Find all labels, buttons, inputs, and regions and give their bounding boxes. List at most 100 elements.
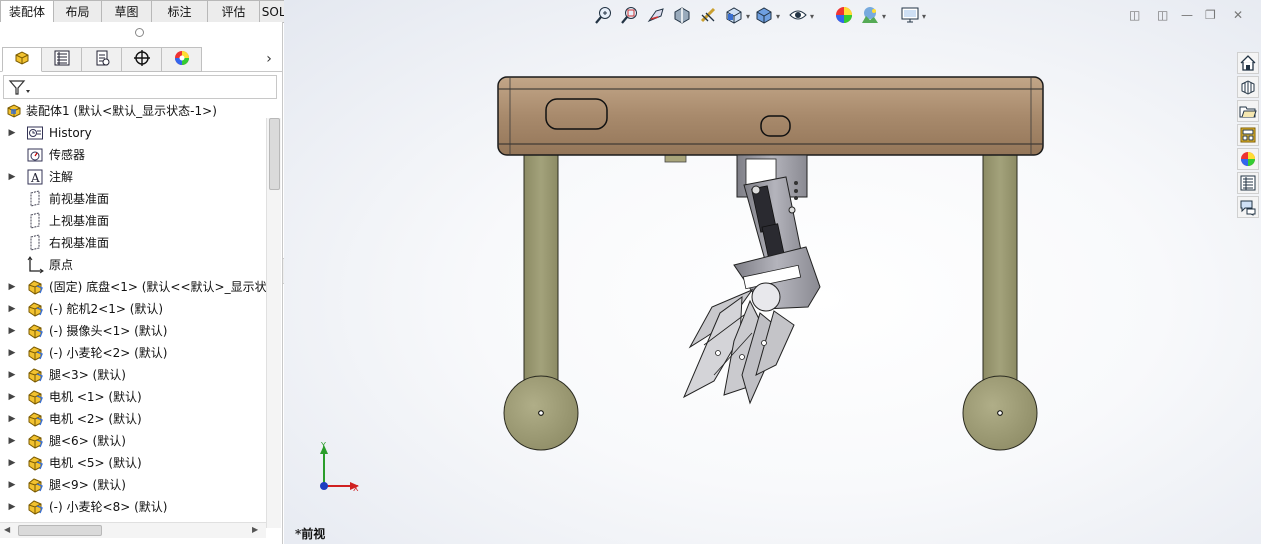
manager-tab-configurationmanager[interactable] [82, 47, 122, 72]
expand-arrow-icon[interactable]: ▶ [7, 479, 17, 491]
dropdown-caret-icon[interactable]: ▾ [882, 12, 886, 21]
expand-arrow-icon[interactable]: ▶ [7, 435, 17, 447]
tree-item[interactable]: ▶ 腿<3> (默认) [0, 364, 266, 386]
manager-tab-dimxpertmanager[interactable] [122, 47, 162, 72]
tree-item[interactable]: 传感器 [0, 144, 266, 166]
view-orientation-button[interactable] [724, 5, 746, 27]
manager-tab-displaymanager[interactable] [162, 47, 202, 72]
scroll-right-arrow[interactable]: ▶ [252, 525, 258, 534]
tree-item[interactable]: ▶ 腿<9> (默认) [0, 474, 266, 496]
expand-arrow-icon[interactable]: ▶ [7, 127, 17, 139]
task-pane-view-palette[interactable] [1237, 124, 1259, 146]
zoom-to-area-button[interactable] [620, 5, 642, 27]
more-tabs-arrow[interactable]: › [262, 51, 276, 67]
left-leg[interactable] [503, 152, 579, 451]
expand-arrow-icon[interactable]: ▶ [7, 413, 17, 425]
tree-item[interactable]: 原点 [0, 254, 266, 276]
tree-item-label: (-) 摄像头<1> (默认) [49, 324, 168, 338]
expand-arrow-icon[interactable]: ▶ [7, 347, 17, 359]
task-pane-custom-properties[interactable] [1237, 172, 1259, 194]
chassis-top[interactable] [497, 76, 1044, 156]
tree-item[interactable]: ▶ (-) 小麦轮<8> (默认) [0, 496, 266, 518]
tree-item[interactable]: ▶ 电机 <5> (默认) [0, 452, 266, 474]
view-palette-icon [1239, 127, 1257, 147]
dropdown-caret-icon[interactable]: ▾ [922, 12, 926, 21]
tree-item[interactable]: ▶ 电机 <2> (默认) [0, 408, 266, 430]
tree-item[interactable]: ▶ (-) 舵机2<1> (默认) [0, 298, 266, 320]
tree-item[interactable]: 上视基准面 [0, 210, 266, 232]
command-tab-3[interactable]: 标注 [152, 0, 208, 23]
command-tab-0[interactable]: 装配体 [0, 0, 54, 23]
tree-vertical-scrollbar[interactable] [266, 118, 281, 528]
command-tab-4[interactable]: 评估 [208, 0, 260, 23]
part-icon [26, 498, 44, 516]
command-tab-2[interactable]: 草图 [102, 0, 152, 23]
graphics-area[interactable]: ▾ ▾ ▾ ▾ ▾ ◫ ◫ — ❐ ✕ Y X *前视 [284, 0, 1261, 544]
assembly-model[interactable] [494, 75, 1054, 465]
expand-arrow-icon[interactable]: ▶ [7, 281, 17, 293]
task-pane-file-explorer[interactable] [1237, 100, 1259, 122]
expand-arrow-icon[interactable]: ▶ [7, 391, 17, 403]
triad-x-label: X [353, 484, 359, 493]
feature-tree: 装配体1 (默认<默认_显示状态-1>) ▶ History 传感器 ▶ A 注解 前视基准面… [0, 100, 266, 528]
command-tab-1[interactable]: 布局 [54, 0, 102, 23]
dynamic-annotation-button[interactable] [698, 5, 720, 27]
tree-item[interactable]: ▶ 腿<6> (默认) [0, 430, 266, 452]
edit-appearance-button[interactable] [834, 5, 856, 27]
servo-arm[interactable] [733, 154, 821, 310]
apply-scene-button[interactable] [860, 5, 882, 27]
tree-item[interactable]: ▶ History [0, 122, 266, 144]
manager-tab-featuremanager-tree[interactable] [2, 47, 42, 72]
display-style-icon [754, 7, 774, 28]
tree-filter-input[interactable] [3, 75, 277, 99]
zoom-to-fit-button[interactable] [594, 5, 616, 27]
tree-item-label: History [49, 126, 92, 140]
view-orientation-icon [724, 7, 744, 28]
tree-horizontal-scrollbar[interactable]: ◀ ▶ [0, 522, 266, 538]
section-view-button[interactable] [672, 5, 694, 27]
tree-root-assembly[interactable]: 装配体1 (默认<默认_显示状态-1>) [0, 100, 266, 122]
tile-left-icon[interactable]: ◫ [1129, 8, 1140, 22]
right-leg[interactable] [962, 152, 1038, 451]
tree-item[interactable]: ▶ 电机 <1> (默认) [0, 386, 266, 408]
task-pane-forum[interactable] [1237, 196, 1259, 218]
tree-horizontal-scroll-thumb[interactable] [18, 525, 102, 536]
dropdown-caret-icon[interactable]: ▾ [746, 12, 750, 21]
panel-grip-icon[interactable] [135, 28, 144, 37]
task-pane-home[interactable] [1237, 52, 1259, 74]
tree-vertical-scroll-thumb[interactable] [269, 118, 280, 190]
expand-arrow-icon[interactable]: ▶ [7, 325, 17, 337]
home-icon [1239, 55, 1257, 75]
tile-right-icon[interactable]: ◫ [1157, 8, 1168, 22]
expand-arrow-icon[interactable]: ▶ [7, 457, 17, 469]
zoom-to-area-icon [620, 7, 640, 28]
tree-item[interactable]: ▶ A 注解 [0, 166, 266, 188]
close-icon[interactable]: ✕ [1233, 8, 1243, 22]
tree-item[interactable]: 前视基准面 [0, 188, 266, 210]
expand-arrow-icon[interactable]: ▶ [7, 501, 17, 513]
display-style-button[interactable] [754, 5, 776, 27]
tree-item[interactable]: ▶ (-) 摄像头<1> (默认) [0, 320, 266, 342]
expand-arrow-icon[interactable]: ▶ [7, 171, 17, 183]
solidworks-window: { "command_tabs": [ {"label": "装配体", "ac… [0, 0, 1261, 544]
tree-item[interactable]: 右视基准面 [0, 232, 266, 254]
task-pane-design-library[interactable] [1237, 76, 1259, 98]
origin-icon [26, 256, 44, 274]
gripper[interactable] [682, 282, 795, 405]
dropdown-caret-icon[interactable]: ▾ [776, 12, 780, 21]
manager-tab-propertymanager[interactable] [42, 47, 82, 72]
tree-item[interactable]: ▶ (固定) 底盘<1> (默认<<默认>_显示状态 [0, 276, 266, 298]
hide-show-items-button[interactable] [788, 5, 810, 27]
view-settings-button[interactable] [900, 5, 922, 27]
previous-view-button[interactable] [646, 5, 668, 27]
apply-scene-icon [860, 7, 880, 28]
dropdown-caret-icon[interactable]: ▾ [810, 12, 814, 21]
scroll-left-arrow[interactable]: ◀ [4, 525, 10, 534]
tree-item[interactable]: ▶ (-) 小麦轮<2> (默认) [0, 342, 266, 364]
restore-icon[interactable]: ❐ [1205, 8, 1216, 22]
minimize-icon[interactable]: — [1181, 8, 1193, 22]
task-pane-appearances[interactable] [1237, 148, 1259, 170]
hide-show-items-icon [788, 10, 808, 28]
expand-arrow-icon[interactable]: ▶ [7, 303, 17, 315]
expand-arrow-icon[interactable]: ▶ [7, 369, 17, 381]
